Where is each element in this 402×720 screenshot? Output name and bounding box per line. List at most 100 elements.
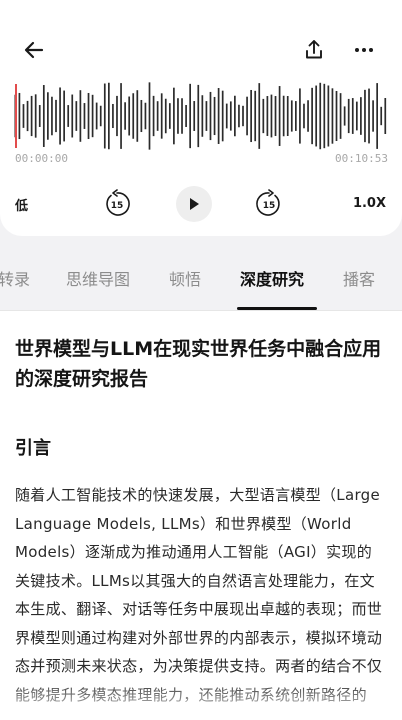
waveform-bar [91,94,94,138]
more-icon[interactable] [344,30,384,70]
waveform-bar [343,106,346,126]
waveform-bar [67,105,70,127]
waveform-bar [307,100,309,132]
waveform-bar [347,98,350,134]
audio-player-panel: 00:00:00 00:10:53 低 15 15 1.0X [0,0,402,236]
waveform-bar [108,82,110,150]
tab-transcript[interactable]: 转录 [0,266,30,290]
waveform-bar [319,82,322,150]
waveform-bar [75,101,78,131]
waveform-bar [51,96,53,136]
waveform-bar [315,85,318,147]
back-arrow-icon[interactable] [14,30,54,70]
waveform-bar [303,103,305,129]
waveform-bar [234,95,236,137]
waveform-bar [79,90,82,142]
waveform-bar [181,98,183,134]
waveform-bar [254,90,257,142]
rewind-15-icon[interactable]: 15 [98,184,136,224]
bottom-fade [0,680,402,720]
waveform-bar [355,101,358,131]
play-icon[interactable] [176,186,212,222]
quality-low-button[interactable]: 低 [15,195,28,214]
waveform-bar [323,83,326,149]
elapsed-time: 00:00:00 [15,152,68,165]
top-bar [0,30,402,70]
time-row: 00:00:00 00:10:53 [15,152,388,166]
waveform-bar [209,91,212,141]
waveform-bar [59,87,61,145]
waveform-bar [217,88,220,144]
waveform-bar [339,93,342,139]
waveform-bar [148,82,151,150]
waveform-bar [282,95,285,137]
share-icon[interactable] [294,30,334,70]
article-title: 世界模型与LLM在现实世界任务中融合应用的深度研究报告 [15,338,382,390]
waveform-bar [213,96,216,136]
waveform-bar [112,103,114,129]
waveform-bar [246,96,248,136]
waveform-bar [22,104,25,128]
playback-rate-button[interactable]: 1.0X [353,196,386,211]
waveform-bar [331,88,334,144]
waveform-bar [38,105,41,127]
waveform-bar [124,102,126,130]
waveform-bar [177,98,179,134]
waveform-bar [30,95,33,137]
waveform-bar [376,83,378,149]
waveform-bar [225,103,228,129]
waveform-bar [99,105,102,127]
waveform-bar [221,90,224,142]
tab-podcast[interactable]: 播客 [343,266,375,290]
playhead-marker[interactable] [15,84,17,148]
waveform-bar [364,89,366,143]
rewind-seconds-label: 15 [111,201,124,211]
forward-15-icon[interactable]: 15 [250,184,288,224]
waveform-bar [360,97,362,135]
waveform-bar [185,105,187,127]
waveform-bar [144,102,147,130]
waveform-bar [164,98,167,134]
tab-deep-research[interactable]: 深度研究 [240,266,304,290]
article-panel: 世界模型与LLM在现实世界任务中融合应用的深度研究报告 引言 随着人工智能技术的… [0,310,402,720]
waveform-bar [197,84,200,148]
tab-insight[interactable]: 顿悟 [169,266,201,290]
waveform-bar [238,104,240,128]
waveform-bar [34,94,37,138]
waveform-bar [201,95,204,137]
waveform-bar [295,101,297,131]
waveform-bar [128,96,131,136]
waveform-bar [18,92,21,140]
playback-controls: 低 15 15 1.0X [0,184,402,224]
waveform-bar [103,83,106,149]
waveform-bar [95,102,98,130]
article-paragraph: 随着人工智能技术的快速发展，大型语言模型（Large Language Mode… [15,486,383,704]
waveform-bar [274,96,277,136]
tab-mind-map[interactable]: 思维导图 [66,266,130,290]
waveform-bar [173,87,175,145]
waveform-bar [136,90,139,142]
waveform-bar [270,94,273,138]
waveform-bar [242,105,244,127]
waveform-bar [71,94,74,138]
waveform-bar [258,83,261,149]
waveform-bar [116,95,118,137]
waveform-bar [160,93,163,139]
waveform-bar [335,90,338,141]
waveform-bar [311,87,313,145]
waveform-bar [87,92,90,140]
waveform-bar [83,103,86,129]
waveform-bar [351,98,354,134]
waveform-bar [47,92,49,140]
waveform-scrubber[interactable] [14,80,388,152]
tab-bar: 转录 思维导图 顿悟 深度研究 播客 [0,252,402,310]
waveform-bar [278,86,281,146]
waveform-bar [384,98,387,134]
waveform-bar [372,100,374,132]
waveform-bar [132,93,135,139]
waveform-bar [299,88,301,144]
waveform-bar [189,83,191,149]
waveform-bar [380,106,383,126]
waveform-bar [229,101,232,131]
waveform-bar [250,89,252,143]
